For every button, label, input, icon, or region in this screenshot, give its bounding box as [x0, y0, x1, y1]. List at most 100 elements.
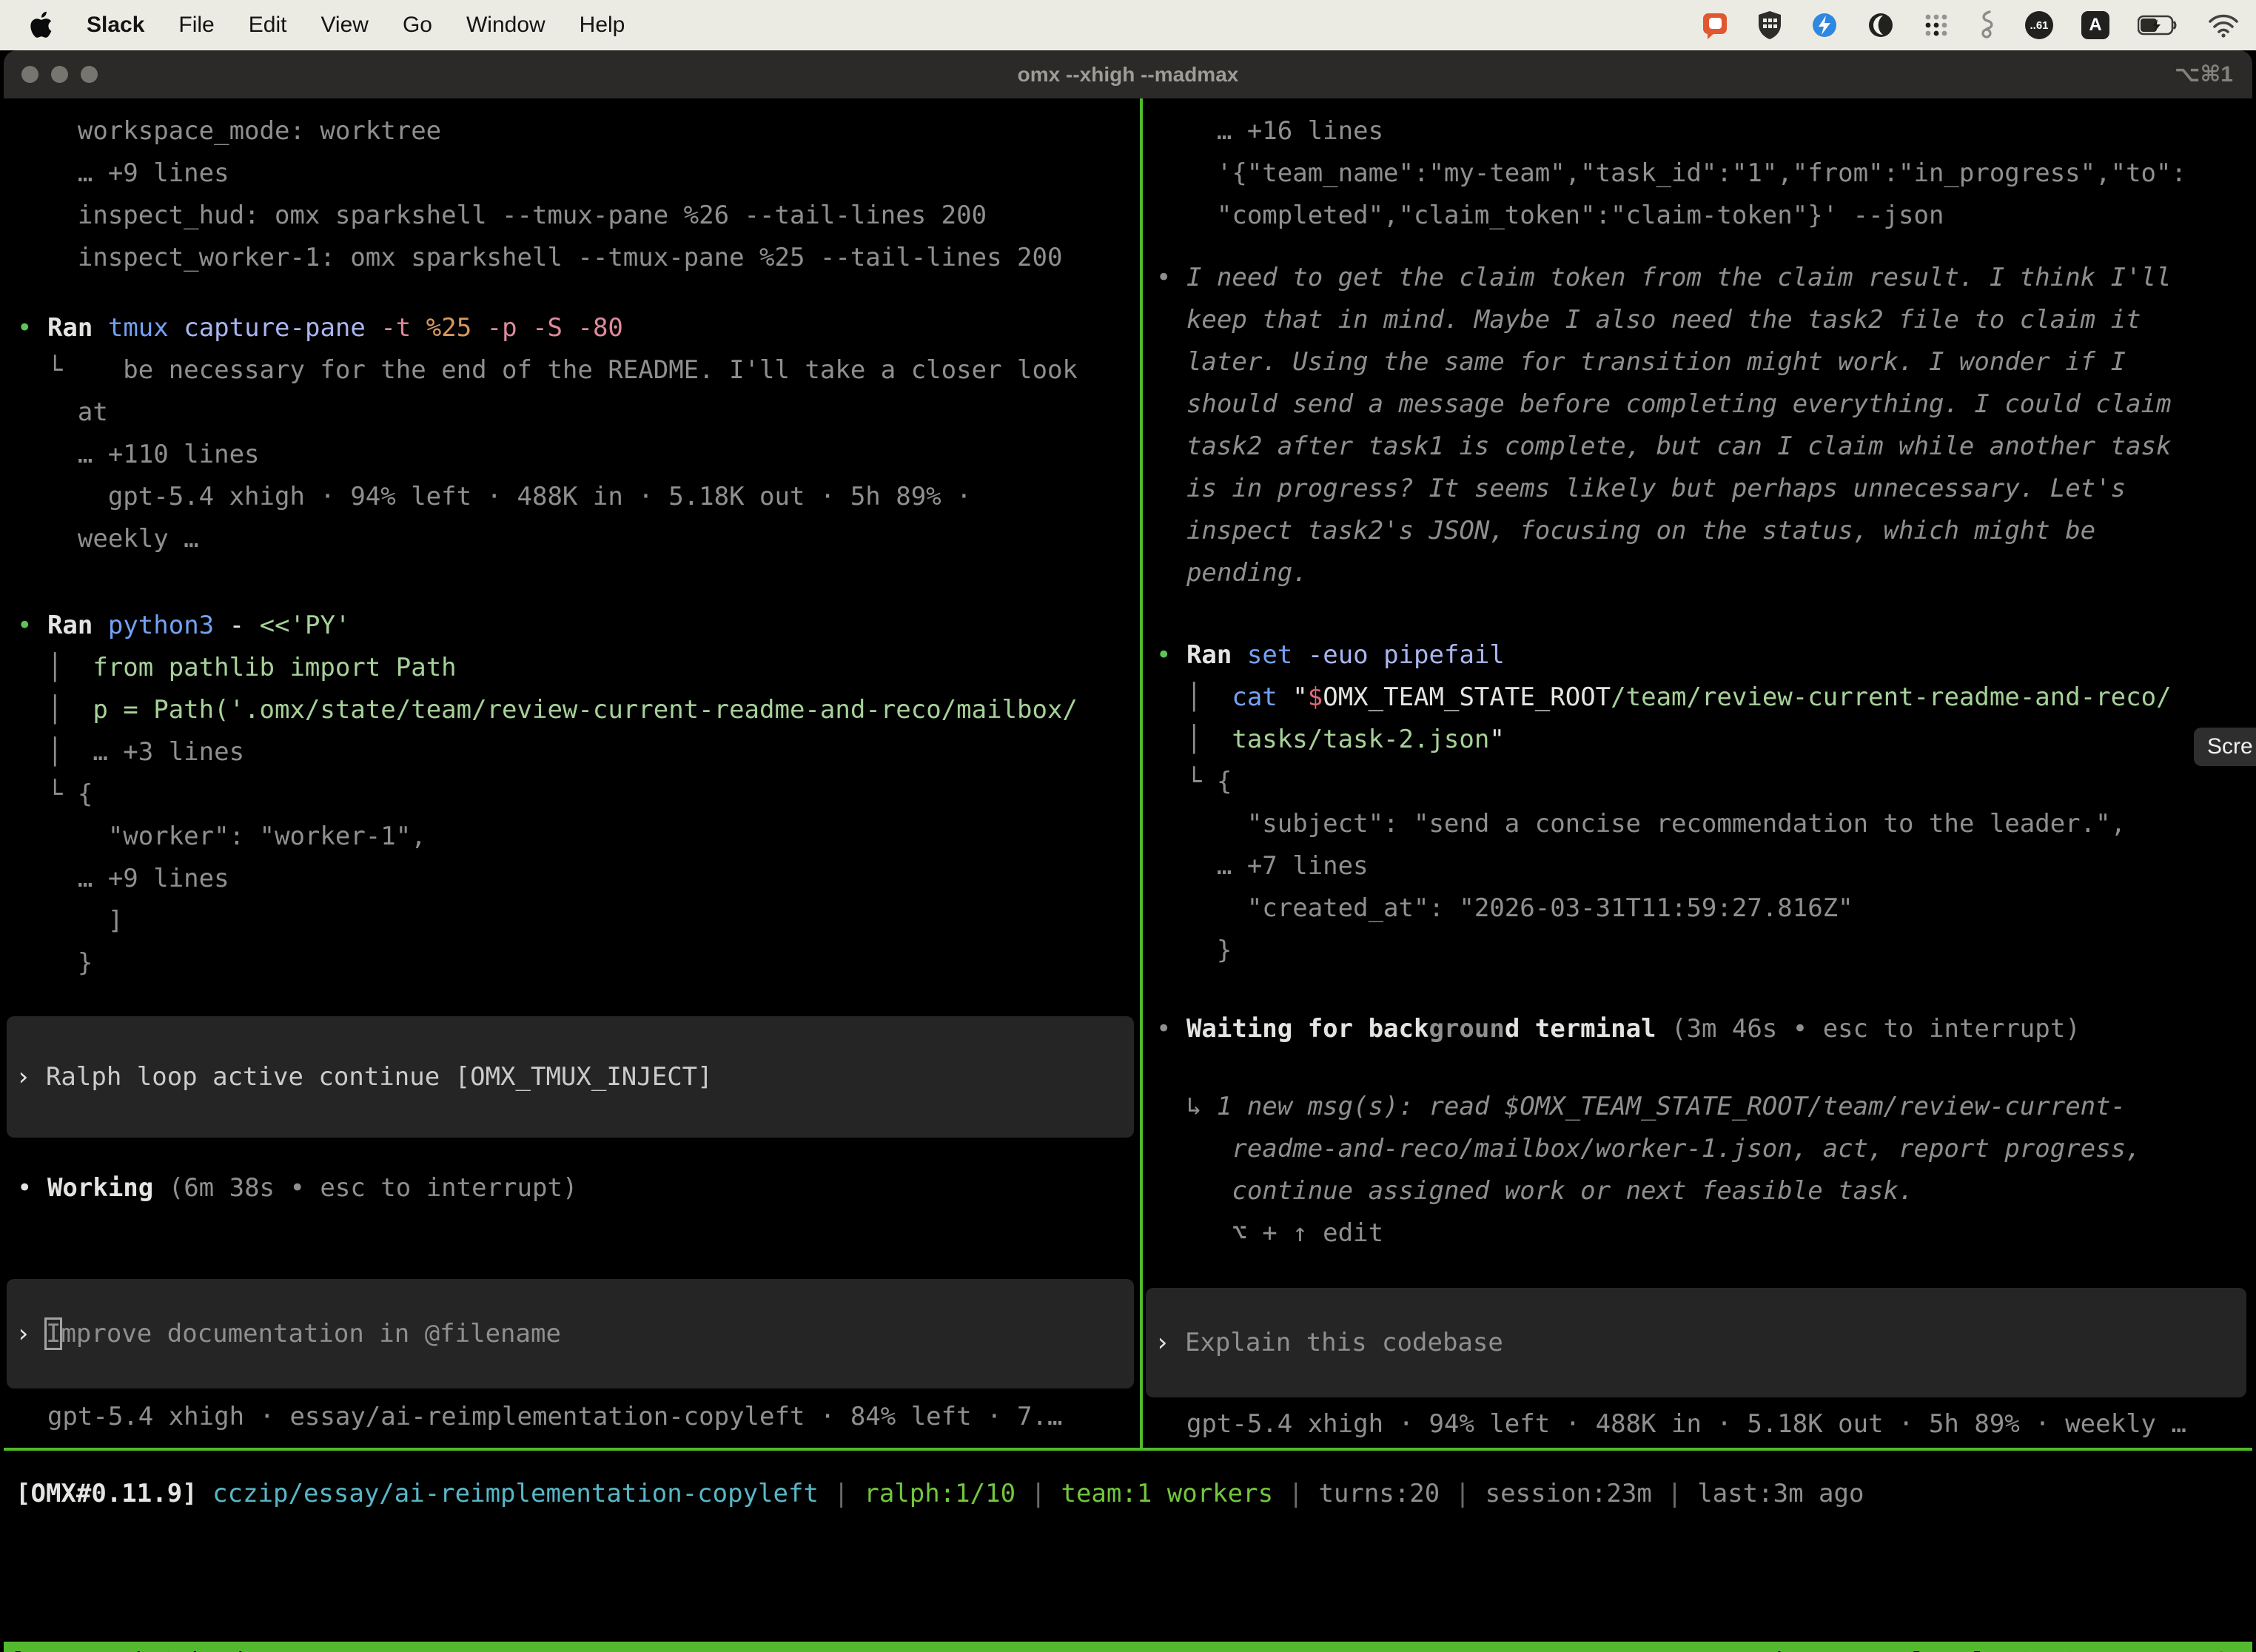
terminal-line: gpt-5.4 xhigh · 94% left · 488K in · 5.1… [1143, 1403, 2252, 1446]
terminal-block: ↳ 1 new msg(s): read $OMX_TEAM_STATE_ROO… [1143, 1086, 2252, 1255]
terminal-line: … +7 lines [1143, 845, 2252, 887]
terminal-line: … +16 lines [1143, 110, 2252, 152]
terminal-line: • Working (6m 38s • esc to interrupt) [4, 1167, 1140, 1209]
terminal-block: workspace_mode: worktree … +9 lines insp… [4, 110, 1140, 279]
terminal-line: gpt-5.4 xhigh · 94% left · 488K in · 5.1… [4, 476, 1140, 518]
badge-61-label: ..61 [2030, 19, 2048, 32]
screen-tooltip: Scre [2194, 728, 2256, 766]
terminal-line: ↳ 1 new msg(s): read $OMX_TEAM_STATE_ROO… [1143, 1086, 2252, 1128]
terminal-line: └ { [1143, 761, 2252, 803]
wifi-icon[interactable] [2207, 10, 2240, 40]
terminal-line: weekly … [4, 518, 1140, 560]
terminal-line: └ be necessary for the end of the README… [4, 349, 1140, 392]
terminal-line: › Improve documentation in @filename [7, 1313, 561, 1355]
terminal-line: • Waiting for background terminal (3m 46… [1143, 1008, 2252, 1050]
menu-item-slack[interactable]: Slack [70, 13, 161, 37]
terminal-line: │ cat "$OMX_TEAM_STATE_ROOT/team/review-… [1143, 676, 2252, 719]
terminal-line: … +9 lines [4, 152, 1140, 195]
bolt-app-icon[interactable] [1810, 10, 1839, 40]
tmux-host-clock: "MacBook-Pro-44.local" 05:03 31-Mar-26 [1669, 1642, 2252, 1652]
tmux-status-bar: [omx-cczip0:bash* "MacBook-Pro-44.local"… [4, 1642, 2252, 1652]
menu-bar: SlackFileEditViewGoWindowHelp ..61 A [0, 0, 2256, 50]
terminal-line: keep that in mind. Maybe I also need the… [1143, 299, 2252, 341]
terminal-line: • Ran tmux capture-pane -t %25 -p -S -80 [4, 307, 1140, 349]
keyboard-a-icon[interactable]: A [2081, 11, 2109, 39]
terminal-line: › Ralph loop active continue [OMX_TMUX_I… [7, 1056, 713, 1098]
terminal-line: inspect_hud: omx sparkshell --tmux-pane … [4, 195, 1140, 237]
terminal-line: │ from pathlib import Path [4, 647, 1140, 689]
keyboard-a-label: A [2089, 15, 2101, 36]
terminal-line: └ { [4, 773, 1140, 816]
terminal-line: } [4, 942, 1140, 984]
dots-grid-icon[interactable] [1923, 10, 1950, 40]
screen: SlackFileEditViewGoWindowHelp ..61 A [0, 0, 2256, 1652]
right-pane: … +16 lines '{"team_name":"my-team","tas… [1143, 98, 2252, 1448]
terminal-line: readme-and-reco/mailbox/worker-1.json, a… [1143, 1128, 2252, 1170]
terminal-block: • Working (6m 38s • esc to interrupt) [4, 1167, 1140, 1209]
squiggle-icon[interactable] [1978, 10, 1997, 40]
crescent-app-icon[interactable] [1867, 10, 1895, 40]
prompt-input-box[interactable]: › Improve documentation in @filename [7, 1279, 1134, 1389]
terminal-window: omx --xhigh --madmax ⌥⌘1 workspace_mode:… [4, 50, 2252, 1652]
apple-logo-icon[interactable] [30, 10, 70, 40]
minimize-window-button[interactable] [51, 66, 68, 83]
ralph-notice-box: › Ralph loop active continue [OMX_TMUX_I… [7, 1016, 1134, 1138]
terminal-line: "subject": "send a concise recommendatio… [1143, 803, 2252, 845]
terminal-line: "created_at": "2026-03-31T11:59:27.816Z" [1143, 887, 2252, 930]
terminal-line: pending. [1143, 552, 2252, 594]
menu-item-edit[interactable]: Edit [232, 13, 304, 37]
terminal-line: ] [4, 900, 1140, 942]
terminal-block: gpt-5.4 xhigh · essay/ai-reimplementatio… [4, 1396, 1140, 1438]
terminal-line: workspace_mode: worktree [4, 110, 1140, 152]
text-cursor: I [46, 1319, 61, 1349]
window-title: omx --xhigh --madmax [4, 63, 2252, 87]
menu-item-help[interactable]: Help [563, 13, 642, 37]
terminal-line: "worker": "worker-1", [4, 816, 1140, 858]
terminal-line: • Ran set -euo pipefail [1143, 634, 2252, 676]
terminal-line: "completed","claim_token":"claim-token"}… [1143, 195, 2252, 237]
window-shortcut-hint: ⌥⌘1 [2175, 50, 2233, 98]
menu-items: SlackFileEditViewGoWindowHelp [70, 13, 642, 38]
terminal-line: • Ran python3 - <<'PY' [4, 605, 1140, 647]
menu-item-go[interactable]: Go [386, 13, 449, 37]
terminal-line: … +9 lines [4, 858, 1140, 900]
terminal-line: inspect task2's JSON, focusing on the st… [1143, 510, 2252, 552]
terminal-line: │ tasks/task-2.json" [1143, 719, 2252, 761]
terminal-line: should send a message before completing … [1143, 383, 2252, 426]
menu-status-icons: ..61 A [1701, 10, 2256, 40]
menu-item-window[interactable]: Window [449, 13, 563, 37]
terminal-block: … +16 lines '{"team_name":"my-team","tas… [1143, 110, 2252, 237]
menu-item-view[interactable]: View [303, 13, 385, 37]
terminal-block: • I need to get the claim token from the… [1143, 257, 2252, 594]
badge-61-icon[interactable]: ..61 [2025, 11, 2053, 39]
tmux-session-label: [omx-cczip0:bash* [4, 1642, 267, 1652]
terminal-line: • I need to get the claim token from the… [1143, 257, 2252, 299]
window-titlebar[interactable]: omx --xhigh --madmax ⌥⌘1 [4, 50, 2252, 98]
terminal-line: is in progress? It seems likely but perh… [1143, 468, 2252, 510]
pane-border-horizontal [4, 1448, 2252, 1451]
shield-icon[interactable] [1757, 10, 1782, 40]
terminal-line: ⌥ + ↑ edit [1143, 1212, 2252, 1255]
terminal-line: gpt-5.4 xhigh · essay/ai-reimplementatio… [4, 1396, 1140, 1438]
chat-app-icon[interactable] [1701, 10, 1729, 40]
terminal-block: • Ran tmux capture-pane -t %25 -p -S -80… [4, 307, 1140, 560]
terminal-block: • Waiting for background terminal (3m 46… [1143, 1008, 2252, 1050]
terminal-line: task2 after task1 is complete, but can I… [1143, 426, 2252, 468]
terminal-block: • Ran set -euo pipefail │ cat "$OMX_TEAM… [1143, 634, 2252, 972]
terminal-line: › Explain this codebase [1146, 1322, 1503, 1364]
zoom-window-button[interactable] [81, 66, 98, 83]
close-window-button[interactable] [21, 66, 38, 83]
terminal-content: workspace_mode: worktree … +9 lines insp… [4, 98, 2252, 1652]
terminal-line: │ … +3 lines [4, 731, 1140, 773]
left-pane: workspace_mode: worktree … +9 lines insp… [4, 98, 1140, 1448]
battery-icon[interactable] [2138, 10, 2179, 40]
menu-item-file[interactable]: File [161, 13, 231, 37]
prompt-input-box[interactable]: › Explain this codebase [1146, 1288, 2246, 1397]
terminal-line: '{"team_name":"my-team","task_id":"1","f… [1143, 152, 2252, 195]
traffic-lights [21, 50, 98, 98]
terminal-line: at [4, 392, 1140, 434]
terminal-block: • Ran python3 - <<'PY' │ from pathlib im… [4, 605, 1140, 984]
omx-status-line: [OMX#0.11.9] cczip/essay/ai-reimplementa… [4, 1473, 2252, 1515]
terminal-line: continue assigned work or next feasible … [1143, 1170, 2252, 1212]
terminal-block: gpt-5.4 xhigh · 94% left · 488K in · 5.1… [1143, 1403, 2252, 1446]
